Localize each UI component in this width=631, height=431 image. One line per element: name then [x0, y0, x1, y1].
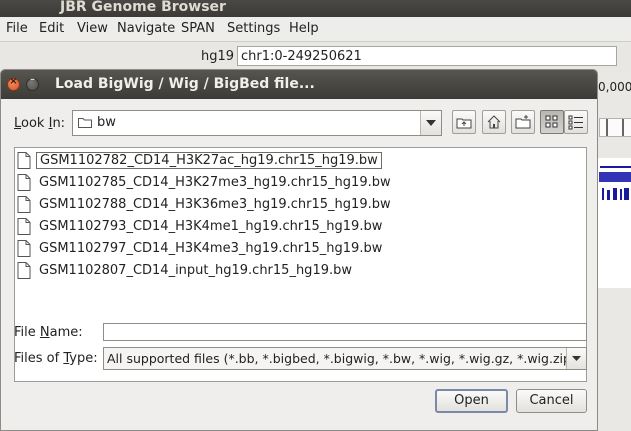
file-icon: [17, 152, 31, 169]
file-icon: [17, 218, 31, 235]
home-icon: [487, 115, 501, 129]
main-content-visible-strip: 0,000: [598, 72, 631, 431]
track-area: [598, 158, 631, 288]
file-name: GSM1102797_CD14_H3K4me3_hg19.chr15_hg19.…: [39, 241, 383, 256]
locus-input[interactable]: chr1:0-249250621: [237, 46, 617, 66]
details-view-button[interactable]: [564, 110, 588, 134]
list-view-icon: [545, 115, 558, 128]
file-name: GSM1102785_CD14_H3K27me3_hg19.chr15_hg19…: [39, 175, 391, 190]
file-name-label: File Name:: [14, 325, 83, 340]
file-name: GSM1102793_CD14_H3K4me1_hg19.chr15_hg19.…: [39, 219, 383, 234]
dialog-titlebar[interactable]: × – Load BigWig / Wig / BigBed file...: [1, 70, 597, 99]
new-folder-icon: [515, 115, 531, 129]
load-bigwig-dialog: × – Load BigWig / Wig / BigBed file... L…: [0, 69, 598, 431]
file-name-input[interactable]: [103, 323, 587, 341]
details-view-icon: [568, 115, 583, 130]
menu-navigate[interactable]: Navigate: [117, 21, 175, 36]
close-icon[interactable]: ×: [7, 76, 20, 91]
main-window-titlebar: JBR Genome Browser: [0, 0, 631, 17]
files-of-type-value: All supported files (*.bb, *.bigbed, *.b…: [107, 351, 576, 366]
file-icon: [17, 196, 31, 213]
minimize-icon[interactable]: –: [26, 74, 39, 91]
look-in-dropdown[interactable]: bw: [72, 110, 442, 136]
file-name: GSM1102788_CD14_H3K36me3_hg19.chr15_hg19…: [39, 197, 391, 212]
list-view-button[interactable]: [540, 110, 564, 134]
ruler-bar[interactable]: [599, 118, 631, 137]
menu-settings[interactable]: Settings: [227, 21, 280, 36]
file-name: GSM1102807_CD14_input_hg19.chr15_hg19.bw: [39, 263, 352, 278]
locus-value: chr1:0-249250621: [241, 49, 362, 64]
menu-file[interactable]: File: [6, 21, 28, 36]
chevron-down-icon[interactable]: [420, 111, 441, 135]
up-folder-button[interactable]: [452, 110, 476, 134]
home-button[interactable]: [482, 110, 506, 134]
folder-icon: [78, 118, 92, 128]
open-button[interactable]: Open: [435, 389, 508, 413]
file-icon: [17, 174, 31, 191]
file-icon: [17, 262, 31, 279]
position-label: 0,000: [598, 80, 631, 94]
look-in-label: Look In:: [14, 116, 66, 131]
menu-view[interactable]: View: [77, 21, 108, 36]
main-window-title: JBR Genome Browser: [60, 0, 226, 15]
look-in-value: bw: [97, 115, 116, 130]
file-name: GSM1102782_CD14_H3K27ac_hg19.chr15_hg19.…: [36, 152, 382, 169]
menu-span[interactable]: SPAN: [181, 21, 215, 36]
new-folder-button[interactable]: [511, 110, 535, 134]
main-menubar: File Edit View Navigate SPAN Settings He…: [0, 17, 631, 42]
genome-label: hg19: [201, 49, 235, 64]
file-icon: [17, 240, 31, 257]
chevron-down-icon[interactable]: [566, 348, 586, 369]
files-of-type-label: Files of Type:: [14, 351, 98, 366]
menu-help[interactable]: Help: [289, 21, 319, 36]
up-folder-icon: [456, 118, 472, 129]
cancel-button[interactable]: Cancel: [516, 389, 587, 413]
dialog-title: Load BigWig / Wig / BigBed file...: [55, 76, 315, 92]
files-of-type-dropdown[interactable]: All supported files (*.bb, *.bigbed, *.b…: [103, 347, 587, 370]
menu-edit[interactable]: Edit: [39, 21, 64, 36]
